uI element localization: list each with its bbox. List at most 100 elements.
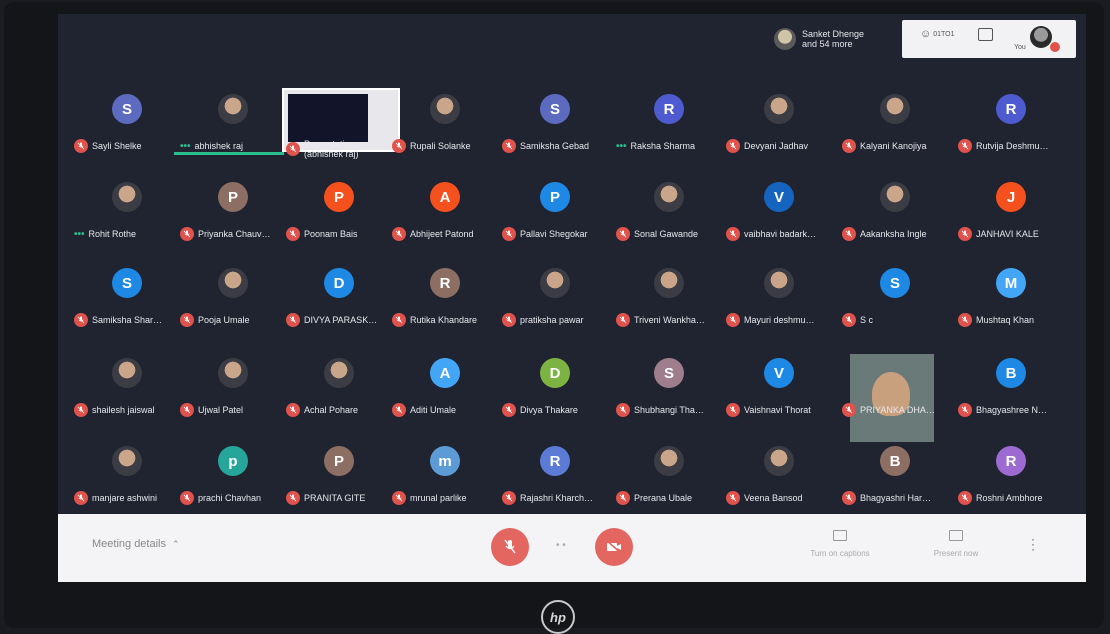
avatar bbox=[218, 94, 248, 124]
meeting-screen: Sanket Dhenge and 54 more ☺ 01TO1 You SS… bbox=[58, 14, 1086, 582]
mic-off-icon bbox=[74, 313, 88, 327]
participant-tile[interactable]: Presentation (abhishek raj) bbox=[282, 80, 392, 166]
participant-tile[interactable]: Devyani Jadhav bbox=[722, 80, 832, 166]
participant-name: vaibhavi badark… bbox=[744, 229, 817, 239]
participant-name: Samiksha Gebad bbox=[520, 141, 590, 151]
avatar bbox=[880, 182, 910, 212]
participant-tile[interactable]: D Divya Thakare bbox=[498, 344, 608, 430]
participant-tile[interactable]: P Priyanka Chauv… bbox=[176, 168, 286, 254]
participant-label: Bhagyashree N… bbox=[958, 402, 1066, 418]
participant-tile[interactable]: S Samiksha Gebad bbox=[498, 80, 608, 166]
hp-logo: hp bbox=[541, 600, 575, 634]
meeting-details-button[interactable]: Meeting details ⌃ bbox=[92, 538, 180, 550]
mic-off-icon bbox=[180, 313, 194, 327]
camera-button[interactable] bbox=[595, 528, 633, 566]
participant-tile[interactable]: PRIYANKA DHA… bbox=[838, 344, 948, 430]
avatar bbox=[654, 268, 684, 298]
participant-tile[interactable]: J JANHAVI KALE bbox=[954, 168, 1064, 254]
participant-tile[interactable]: B Bhagyashree N… bbox=[954, 344, 1064, 430]
mic-off-icon bbox=[392, 491, 406, 505]
participant-tile[interactable]: Rupali Solanke bbox=[388, 80, 498, 166]
people-button[interactable]: ☺ 01TO1 bbox=[920, 28, 955, 40]
participant-tile[interactable]: S Sayli Shelke bbox=[70, 80, 180, 166]
avatar bbox=[430, 94, 460, 124]
mic-off-icon bbox=[74, 403, 88, 417]
participant-tile[interactable]: B Bhagyashri Har… bbox=[838, 432, 948, 518]
mic-off-icon bbox=[180, 491, 194, 505]
participant-tile[interactable]: manjare ashwini bbox=[70, 432, 180, 518]
participant-tile[interactable]: R Rutvija Deshmu… bbox=[954, 80, 1064, 166]
participant-label: Prerana Ubale bbox=[616, 490, 724, 506]
avatar: A bbox=[430, 182, 460, 212]
chat-button[interactable] bbox=[978, 28, 993, 46]
participant-label: ••• Raksha Sharma bbox=[616, 138, 724, 154]
participant-tile[interactable]: Aakanksha Ingle bbox=[838, 168, 948, 254]
participant-tile[interactable]: R ••• Raksha Sharma bbox=[612, 80, 722, 166]
avatar: J bbox=[996, 182, 1026, 212]
people-count: 01TO1 bbox=[933, 30, 955, 38]
participant-label: Presentation (abhishek raj) bbox=[286, 138, 394, 160]
more-options-icon[interactable]: ⋮ bbox=[1026, 536, 1040, 553]
participant-label: PRANITA GITE bbox=[286, 490, 394, 506]
participant-tile[interactable]: R Roshni Ambhore bbox=[954, 432, 1064, 518]
microphone-button[interactable] bbox=[491, 528, 529, 566]
participant-tile[interactable]: S Shubhangi Tha… bbox=[612, 344, 722, 430]
participant-tile[interactable]: Pooja Umale bbox=[176, 254, 286, 340]
avatar bbox=[112, 446, 142, 476]
avatar: S bbox=[112, 268, 142, 298]
participant-name: Pallavi Shegokar bbox=[520, 229, 588, 239]
mic-off-icon bbox=[616, 227, 630, 241]
participant-tile[interactable]: Achal Pohare bbox=[282, 344, 392, 430]
mic-off-icon bbox=[842, 227, 856, 241]
participant-tile[interactable]: P PRANITA GITE bbox=[282, 432, 392, 518]
participant-label: Abhijeet Patond bbox=[392, 226, 500, 242]
participant-tile[interactable]: Sonal Gawande bbox=[612, 168, 722, 254]
participant-tile[interactable]: M Mushtaq Khan bbox=[954, 254, 1064, 340]
participant-name: Sonal Gawande bbox=[634, 229, 699, 239]
participant-name: Rutika Khandare bbox=[410, 315, 478, 325]
participant-tile[interactable]: Mayuri deshmu… bbox=[722, 254, 832, 340]
participant-tile[interactable]: A Abhijeet Patond bbox=[388, 168, 498, 254]
participant-label: mrunal parlike bbox=[392, 490, 500, 506]
participant-tile[interactable]: D DIVYA PARASK… bbox=[282, 254, 392, 340]
participant-name: Pooja Umale bbox=[198, 315, 250, 325]
participant-tile[interactable]: pratiksha pawar bbox=[498, 254, 608, 340]
participant-name: Aditi Umale bbox=[410, 405, 457, 415]
participant-tile[interactable]: m mrunal parlike bbox=[388, 432, 498, 518]
participant-label: Rupali Solanke bbox=[392, 138, 500, 154]
top-bar: Sanket Dhenge and 54 more ☺ 01TO1 You bbox=[58, 14, 1086, 72]
participant-tile[interactable]: R Rutika Khandare bbox=[388, 254, 498, 340]
participant-tile[interactable]: A Aditi Umale bbox=[388, 344, 498, 430]
participant-name: mrunal parlike bbox=[410, 493, 467, 503]
participant-tile[interactable]: R Rajashri Kharch… bbox=[498, 432, 608, 518]
participant-tile[interactable]: Triveni Wankha… bbox=[612, 254, 722, 340]
participant-tile[interactable]: Vvaibhavi badark… bbox=[722, 168, 832, 254]
participant-tile[interactable]: Veena Bansod bbox=[722, 432, 832, 518]
participant-tile[interactable]: ••• Rohit Rothe bbox=[70, 168, 180, 254]
participant-name: Mushtaq Khan bbox=[976, 315, 1035, 325]
participant-tile[interactable]: Ujwal Patel bbox=[176, 344, 286, 430]
participant-tile[interactable]: S S c bbox=[838, 254, 948, 340]
participants-summary[interactable]: Sanket Dhenge and 54 more bbox=[774, 22, 894, 56]
captions-button[interactable]: Turn on captions bbox=[800, 530, 880, 558]
mic-off-icon bbox=[958, 313, 972, 327]
present-now-button[interactable]: Present now bbox=[916, 530, 996, 558]
self-view-avatar[interactable] bbox=[1030, 26, 1052, 48]
participant-tile[interactable]: P Pallavi Shegokar bbox=[498, 168, 608, 254]
participant-label: Rutvija Deshmu… bbox=[958, 138, 1066, 154]
participant-tile[interactable]: p prachi Chavhan bbox=[176, 432, 286, 518]
mic-off-icon bbox=[616, 313, 630, 327]
avatar: P bbox=[324, 446, 354, 476]
participant-tile[interactable]: Kalyani Kanojiya bbox=[838, 80, 948, 166]
avatar: V bbox=[764, 182, 794, 212]
participant-tile[interactable]: P Poonam Bais bbox=[282, 168, 392, 254]
participant-label: Roshni Ambhore bbox=[958, 490, 1066, 506]
present-icon bbox=[949, 530, 963, 541]
mic-off-icon bbox=[502, 403, 516, 417]
participant-tile[interactable]: V Vaishnavi Thorat bbox=[722, 344, 832, 430]
participant-tile[interactable]: shailesh jaiswal bbox=[70, 344, 180, 430]
avatar bbox=[540, 268, 570, 298]
participant-name: Rohit Rothe bbox=[88, 229, 137, 239]
participant-tile[interactable]: S Samiksha Shar… bbox=[70, 254, 180, 340]
participant-tile[interactable]: Prerana Ubale bbox=[612, 432, 722, 518]
